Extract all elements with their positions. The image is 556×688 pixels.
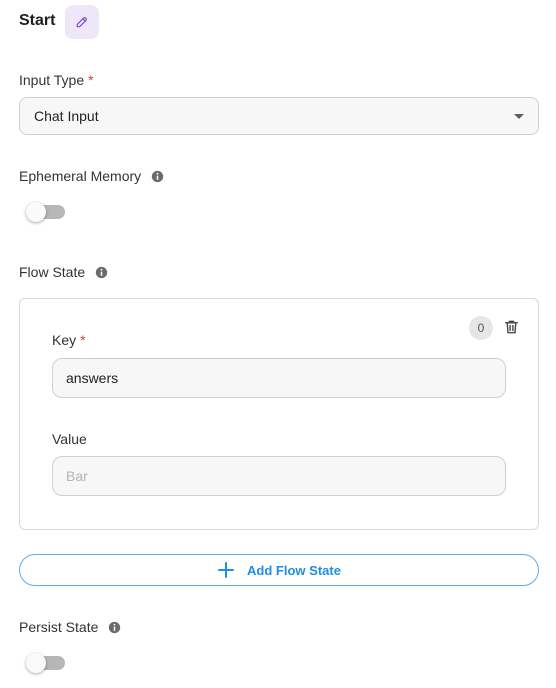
value-label: Value <box>52 431 87 447</box>
persist-state-toggle[interactable] <box>26 653 65 673</box>
key-input[interactable]: answers <box>52 358 506 398</box>
toggle-knob <box>26 202 46 222</box>
flow-state-label-text: Flow State <box>19 264 86 280</box>
input-type-value: Chat Input <box>34 108 99 124</box>
flow-state-label: Flow State <box>19 264 108 280</box>
persist-state-label: Persist State <box>19 619 121 635</box>
edit-title-button[interactable] <box>65 5 99 39</box>
info-icon[interactable] <box>151 170 164 183</box>
flow-state-index-badge: 0 <box>469 316 493 340</box>
dropdown-caret-icon <box>514 113 524 119</box>
input-type-label-text: Input Type <box>19 72 85 88</box>
ephemeral-memory-toggle[interactable] <box>26 202 65 222</box>
delete-flow-state-button[interactable] <box>501 316 521 338</box>
key-label: Key * <box>52 332 86 348</box>
ephemeral-memory-label-text: Ephemeral Memory <box>19 168 142 184</box>
add-flow-state-button[interactable]: Add Flow State <box>19 554 539 586</box>
required-marker: * <box>80 332 86 348</box>
value-input[interactable]: Bar <box>52 456 506 496</box>
page-title: Start <box>19 12 56 29</box>
add-flow-state-label: Add Flow State <box>247 562 341 578</box>
input-type-label: Input Type * <box>19 72 94 88</box>
ephemeral-memory-label: Ephemeral Memory <box>19 168 164 184</box>
input-type-select[interactable]: Chat Input <box>19 97 539 135</box>
pencil-icon <box>75 15 89 29</box>
trash-icon <box>503 318 520 336</box>
persist-state-label-text: Persist State <box>19 619 99 635</box>
info-icon[interactable] <box>108 621 121 634</box>
plus-icon <box>217 561 235 579</box>
info-icon[interactable] <box>95 266 108 279</box>
key-label-text: Key <box>52 332 77 348</box>
required-marker: * <box>88 72 94 88</box>
toggle-knob <box>26 653 46 673</box>
